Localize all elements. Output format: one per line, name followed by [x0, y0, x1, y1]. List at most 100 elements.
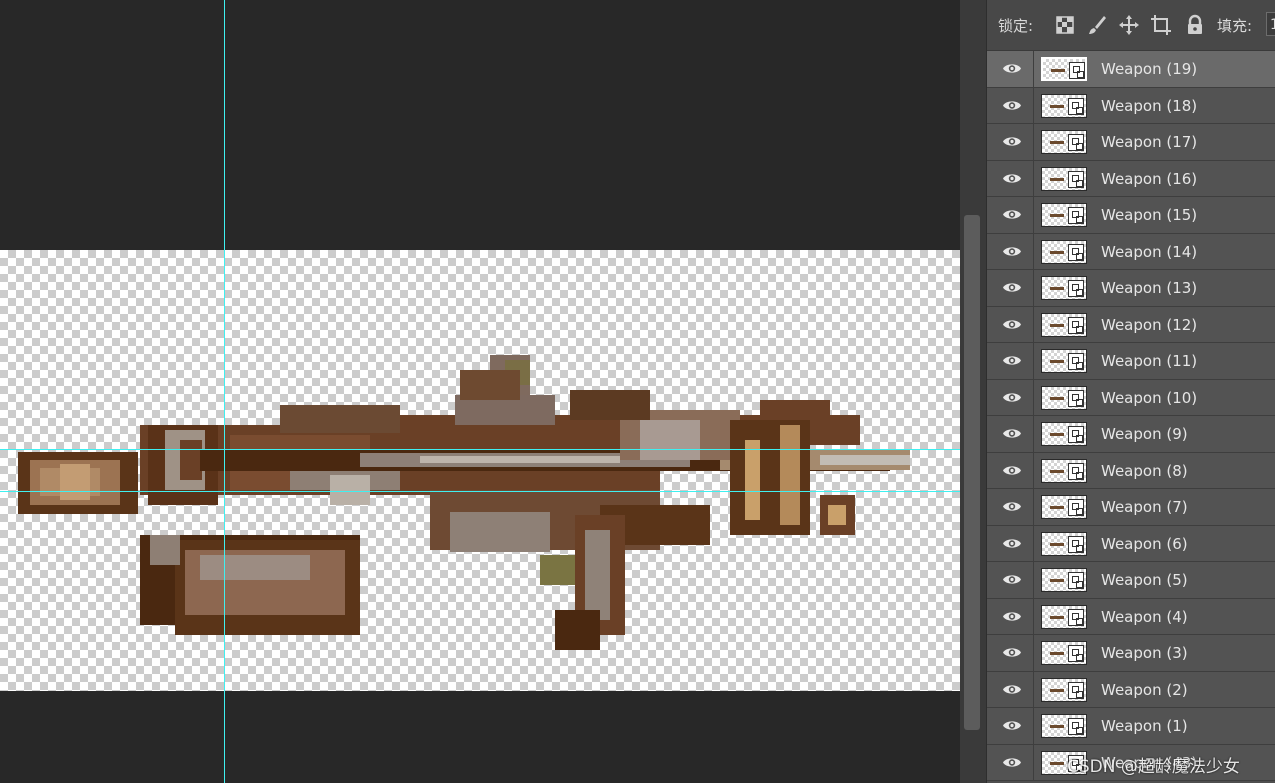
visibility-eye-icon[interactable] — [1002, 500, 1022, 513]
smart-object-icon — [1068, 134, 1084, 151]
layer-thumbnail[interactable] — [1041, 641, 1087, 665]
layer-name[interactable]: Weapon (7) — [1101, 498, 1188, 516]
layer-thumbnail[interactable] — [1041, 677, 1087, 702]
row-divider — [1033, 306, 1034, 342]
layer-thumbnail[interactable] — [1041, 57, 1087, 81]
layer-row[interactable]: Weapon (6) — [987, 525, 1275, 562]
layer-thumbnail[interactable] — [1041, 239, 1087, 264]
layer-name[interactable]: Weapon (15) — [1101, 206, 1197, 224]
layer-thumbnail[interactable] — [1041, 495, 1087, 519]
layer-row[interactable]: Weapon (12) — [987, 306, 1275, 343]
layer-name[interactable]: Weapon (19) — [1101, 60, 1197, 78]
layer-name[interactable]: Weapon (5) — [1101, 571, 1188, 589]
lock-position-icon[interactable] — [1118, 14, 1140, 36]
layer-thumbnail[interactable] — [1041, 166, 1087, 191]
visibility-eye-icon[interactable] — [1002, 683, 1022, 696]
layer-thumbnail[interactable] — [1041, 93, 1087, 118]
smart-object-icon — [1068, 535, 1084, 553]
row-divider — [1033, 489, 1034, 525]
layer-name[interactable]: Weapon (17) — [1101, 133, 1197, 151]
layer-name[interactable]: Weapon (13) — [1101, 279, 1197, 297]
layer-row[interactable]: Weapon (18) — [987, 87, 1275, 124]
layer-row[interactable]: Weapon (15) — [987, 197, 1275, 234]
layer-name[interactable]: Weapon (18) — [1101, 97, 1197, 115]
scrollbar-thumb[interactable] — [964, 215, 980, 730]
row-divider — [1033, 598, 1034, 634]
layer-row[interactable]: Weapon (14) — [987, 233, 1275, 270]
visibility-eye-icon[interactable] — [1002, 756, 1022, 769]
visibility-eye-icon[interactable] — [1002, 610, 1022, 623]
layer-row[interactable]: Weapon (8) — [987, 452, 1275, 489]
layer-thumbnail[interactable] — [1041, 604, 1087, 629]
layer-row[interactable]: Weapon (9) — [987, 416, 1275, 453]
lock-all-icon[interactable] — [1184, 14, 1206, 36]
layer-name[interactable]: Weapon (9) — [1101, 425, 1188, 443]
layer-name[interactable]: Weapon (16) — [1101, 170, 1197, 188]
visibility-eye-icon[interactable] — [1002, 646, 1022, 659]
layer-row[interactable]: Weapon (7) — [987, 489, 1275, 526]
smart-object-icon — [1068, 572, 1084, 589]
fill-opacity-input[interactable]: 1 — [1266, 12, 1275, 36]
visibility-eye-icon[interactable] — [1002, 245, 1022, 258]
layer-name[interactable]: Weapon (12) — [1101, 316, 1197, 334]
layer-name[interactable]: Weapon (6) — [1101, 535, 1188, 553]
visibility-eye-icon[interactable] — [1002, 281, 1022, 294]
vertical-guide-line[interactable] — [224, 0, 225, 783]
layer-row[interactable]: Weapon (10) — [987, 379, 1275, 416]
layer-row[interactable]: Weapon (19) — [987, 51, 1275, 88]
visibility-eye-icon[interactable] — [1002, 99, 1022, 112]
layer-thumbnail[interactable] — [1041, 458, 1087, 483]
row-divider — [1033, 416, 1034, 452]
visibility-eye-icon[interactable] — [1002, 62, 1022, 75]
layer-name[interactable]: Weapon (1) — [1101, 717, 1188, 735]
lock-transparent-pixels-icon[interactable] — [1054, 14, 1076, 36]
visibility-eye-icon[interactable] — [1002, 391, 1022, 404]
layer-thumbnail[interactable] — [1041, 203, 1087, 227]
lock-artboard-icon[interactable] — [1150, 14, 1172, 36]
visibility-eye-icon[interactable] — [1002, 719, 1022, 732]
layer-row[interactable]: Weapon (17) — [987, 124, 1275, 161]
visibility-eye-icon[interactable] — [1002, 354, 1022, 367]
layer-row[interactable]: Weapon (2) — [987, 671, 1275, 708]
layer-name[interactable]: Weapon (4) — [1101, 608, 1188, 626]
lock-image-pixels-icon[interactable] — [1086, 14, 1108, 36]
smart-object-icon — [1068, 462, 1084, 480]
layer-row[interactable]: Weapon (13) — [987, 270, 1275, 307]
layer-name[interactable]: Weapon (2) — [1101, 681, 1188, 699]
horizontal-guide-line[interactable] — [0, 491, 960, 492]
layer-thumbnail[interactable] — [1041, 531, 1087, 556]
layer-row[interactable]: Weapon (16) — [987, 160, 1275, 197]
visibility-eye-icon[interactable] — [1002, 573, 1022, 586]
layer-row[interactable]: Weapon (4) — [987, 598, 1275, 635]
layer-name[interactable]: Weapon (14) — [1101, 243, 1197, 261]
visibility-eye-icon[interactable] — [1002, 427, 1022, 440]
layer-thumbnail[interactable] — [1041, 714, 1087, 738]
canvas-vertical-scrollbar[interactable] — [960, 0, 986, 783]
row-divider — [1033, 744, 1034, 780]
layer-name[interactable]: Weapon (11) — [1101, 352, 1197, 370]
layer-thumbnail[interactable] — [1041, 422, 1087, 446]
layer-name[interactable]: Weapon (8) — [1101, 462, 1188, 480]
layer-row[interactable]: Weapon (1) — [987, 708, 1275, 745]
visibility-eye-icon[interactable] — [1002, 537, 1022, 550]
canvas-area[interactable] — [0, 0, 960, 783]
layer-row[interactable]: Weapon (11) — [987, 343, 1275, 380]
visibility-eye-icon[interactable] — [1002, 172, 1022, 185]
layer-row[interactable]: Weapon (5) — [987, 562, 1275, 599]
layer-name[interactable]: Weapon (10) — [1101, 389, 1197, 407]
weapon-sprite[interactable] — [0, 250, 960, 691]
layer-thumbnail[interactable] — [1041, 349, 1087, 373]
layer-thumbnail[interactable] — [1041, 312, 1087, 337]
layer-row[interactable]: Weapon (3) — [987, 635, 1275, 672]
visibility-eye-icon[interactable] — [1002, 464, 1022, 477]
layer-thumbnail[interactable] — [1041, 130, 1087, 154]
layer-thumbnail[interactable] — [1041, 276, 1087, 300]
layer-name[interactable]: Weapon (3) — [1101, 644, 1188, 662]
visibility-eye-icon[interactable] — [1002, 318, 1022, 331]
visibility-eye-icon[interactable] — [1002, 208, 1022, 221]
layer-thumbnail[interactable] — [1041, 568, 1087, 592]
visibility-eye-icon[interactable] — [1002, 135, 1022, 148]
lock-label: 锁定: — [998, 17, 1034, 35]
horizontal-guide-line[interactable] — [0, 449, 960, 450]
layer-thumbnail[interactable] — [1041, 385, 1087, 410]
